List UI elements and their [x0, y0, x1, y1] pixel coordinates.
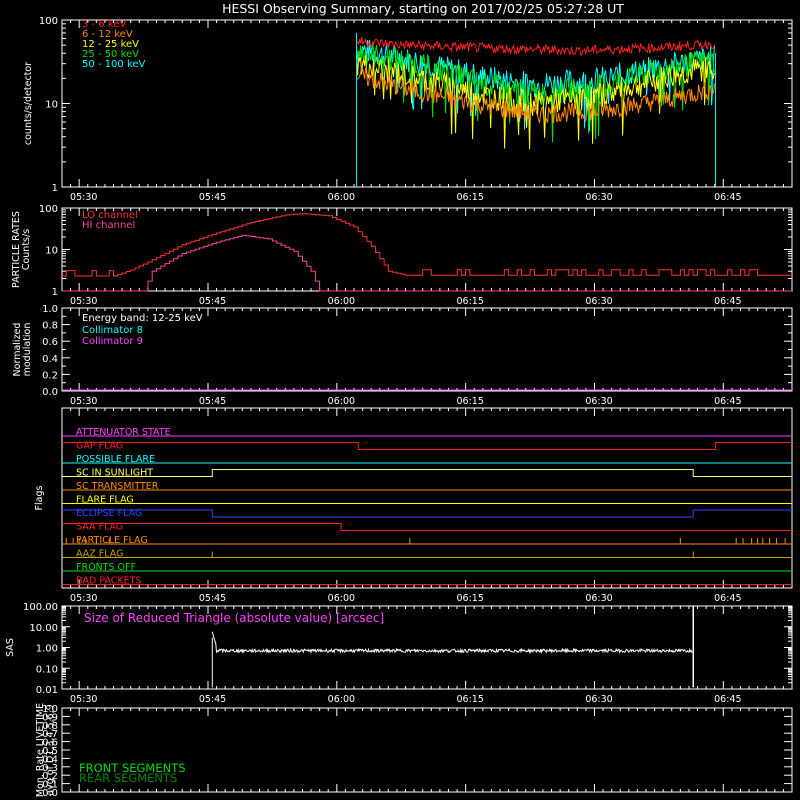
sas-legend: Size of Reduced Triangle (absolute value…	[84, 611, 384, 625]
y-tick-label: 0.10	[36, 664, 58, 675]
y-tick-label: 1	[52, 287, 58, 298]
y-axis-label: avg of D1,3,4,5,6,9	[45, 704, 56, 795]
y-tick-label: 1	[52, 183, 58, 194]
x-tick-label: 05:30	[70, 396, 97, 407]
legend-entry: 50 - 100 keV	[82, 59, 146, 70]
x-tick-label: 05:45	[199, 694, 226, 705]
x-tick-label: 06:30	[585, 396, 612, 407]
legend-entry: Collimator 9	[82, 336, 143, 347]
y-axis-label: Flags	[34, 485, 45, 510]
y-tick-label: 0.01	[36, 685, 58, 696]
y-tick-label: 1.0	[42, 304, 58, 315]
x-tick-label: 06:15	[457, 694, 484, 705]
figure-title: HESSI Observing Summary, starting on 201…	[222, 1, 624, 16]
x-tick-label: 06:00	[328, 192, 355, 203]
y-tick-label: 1.00	[36, 644, 58, 655]
x-tick-label: 06:15	[457, 296, 484, 307]
x-tick-label: 05:30	[70, 192, 97, 203]
x-tick-label: 06:45	[714, 694, 741, 705]
x-tick-label: 05:45	[199, 593, 226, 604]
x-tick-label: 06:00	[328, 593, 355, 604]
x-tick-label: 06:45	[714, 396, 741, 407]
x-tick-label: 06:00	[328, 396, 355, 407]
x-tick-label: 05:30	[70, 296, 97, 307]
y-tick-label: 100	[39, 16, 58, 27]
y-tick-label: 10	[45, 246, 58, 257]
y-axis-label: counts/s/detector	[23, 62, 34, 145]
x-tick-label: 05:30	[70, 593, 97, 604]
y-axis-label: SAS	[5, 638, 16, 657]
x-tick-label: 06:30	[585, 694, 612, 705]
y-tick-label: 10	[45, 100, 58, 111]
x-tick-label: 06:30	[585, 296, 612, 307]
y-tick-label: 100	[39, 204, 58, 215]
x-tick-label: 06:45	[714, 593, 741, 604]
y-axis-label: Counts/s	[21, 229, 32, 270]
x-tick-label: 05:45	[199, 296, 226, 307]
y-tick-label: 10.00	[29, 623, 58, 634]
x-tick-label: 06:30	[585, 192, 612, 203]
x-tick-label: 06:15	[457, 593, 484, 604]
y-tick-label: 0.0	[42, 387, 58, 398]
y-tick-label: 0.4	[42, 354, 58, 365]
x-tick-label: 05:45	[199, 192, 226, 203]
x-tick-label: 06:00	[328, 694, 355, 705]
y-tick-label: 0.2	[42, 370, 58, 381]
y-axis-label: modulation	[22, 323, 33, 377]
x-tick-label: 06:00	[328, 296, 355, 307]
hessi-summary-figure: HESSI Observing Summary, starting on 201…	[0, 0, 800, 800]
legend-entry: Collimator 8	[82, 325, 143, 336]
x-tick-label: 06:45	[714, 296, 741, 307]
legend-entry: HI channel	[82, 220, 135, 231]
y-tick-label: 100.00	[23, 602, 58, 613]
legend-entry: REAR SEGMENTS	[79, 771, 177, 785]
x-tick-label: 06:15	[457, 396, 484, 407]
x-tick-label: 06:30	[585, 593, 612, 604]
y-tick-label: 0.6	[42, 337, 58, 348]
x-tick-label: 06:15	[457, 192, 484, 203]
legend-energy-band: Energy band: 12-25 keV	[82, 313, 203, 324]
x-tick-label: 05:45	[199, 396, 226, 407]
x-tick-label: 05:30	[70, 694, 97, 705]
x-tick-label: 06:45	[714, 192, 741, 203]
y-tick-label: 0.8	[42, 321, 58, 332]
